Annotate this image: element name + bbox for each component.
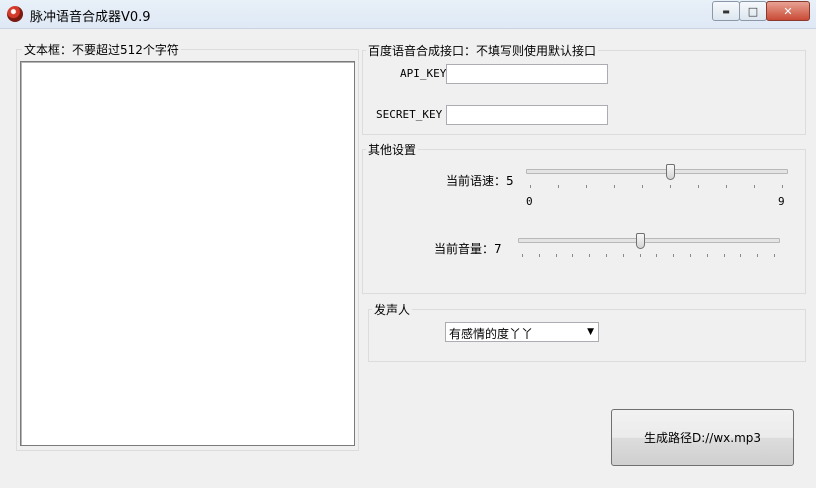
slider-tick (690, 254, 691, 257)
close-icon: ✕ (783, 4, 793, 18)
speed-max-label: 9 (778, 195, 785, 208)
maximize-button[interactable]: □ (739, 1, 767, 21)
slider-tick (706, 254, 708, 257)
slider-tick (740, 254, 742, 257)
app-icon (7, 6, 23, 22)
slider-tick (656, 254, 658, 257)
slider-tick (622, 254, 624, 257)
generate-button[interactable]: 生成路径D://wx.mp3 (611, 409, 794, 466)
window-controls: ▬ □ ✕ (712, 1, 810, 21)
secret-key-input[interactable] (446, 105, 608, 125)
slider-tick (774, 254, 775, 257)
speed-min-label: 0 (526, 195, 533, 208)
speaker-select[interactable]: 有感情的度丫丫 ▼ (445, 322, 599, 342)
speaker-group-label: 发声人 (372, 301, 413, 318)
window-title: 脉冲语音合成器V0.9 (30, 10, 151, 25)
slider-tick (555, 254, 557, 257)
text-box-label: 文本框：不要超过512个字符 (22, 41, 181, 58)
close-button[interactable]: ✕ (766, 1, 810, 21)
volume-label: 当前音量：7 (434, 242, 502, 256)
slider-tick (673, 254, 675, 257)
minimize-icon: ▬ (722, 6, 730, 16)
slider-tick (614, 185, 615, 188)
speed-slider-track (526, 169, 788, 174)
api-key-input[interactable] (446, 64, 608, 84)
chevron-down-icon: ▼ (587, 327, 594, 337)
slider-tick (639, 254, 641, 257)
text-input[interactable] (20, 61, 355, 446)
slider-tick (522, 254, 523, 257)
minimize-button[interactable]: ▬ (712, 1, 740, 21)
slider-tick (642, 185, 643, 188)
volume-slider-track (518, 238, 780, 243)
slider-tick (530, 185, 531, 188)
slider-tick (782, 185, 783, 188)
speed-label: 当前语速：5 (446, 174, 514, 188)
slider-tick (572, 254, 574, 257)
speed-slider-thumb[interactable] (666, 164, 675, 180)
speaker-selected-value: 有感情的度丫丫 (449, 327, 534, 341)
slider-tick (606, 254, 607, 257)
title-bar: 脉冲语音合成器V0.9 ▬ □ ✕ (0, 0, 816, 29)
slider-tick (558, 185, 559, 188)
secret-key-label: SECRET_KEY (376, 108, 443, 121)
slider-tick (723, 254, 725, 257)
settings-group-label: 其他设置 (366, 141, 419, 158)
slider-tick (670, 185, 671, 188)
api-group-label: 百度语音合成接口：不填写则使用默认接口 (366, 42, 599, 59)
slider-tick (589, 254, 591, 257)
slider-tick (586, 185, 587, 188)
volume-slider-thumb[interactable] (635, 233, 645, 249)
slider-tick (538, 254, 540, 257)
slider-tick (698, 185, 699, 188)
slider-tick (726, 185, 727, 188)
api-key-label: API_KEY (400, 67, 447, 80)
maximize-icon: □ (747, 4, 759, 18)
slider-tick (757, 254, 759, 257)
slider-tick (754, 185, 755, 188)
